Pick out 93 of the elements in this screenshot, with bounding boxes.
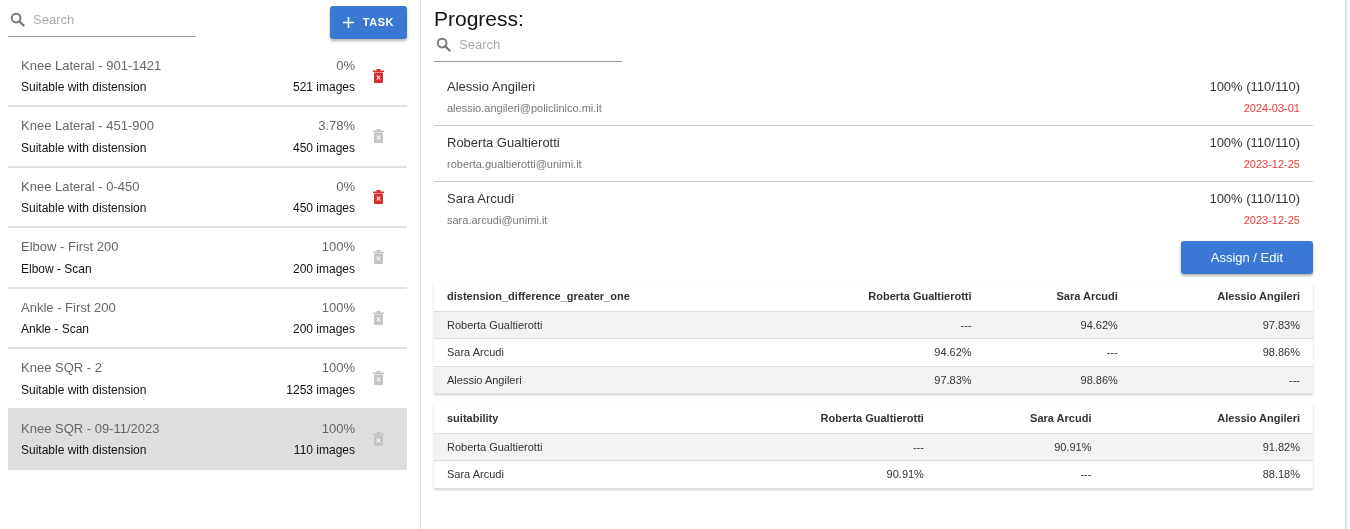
task-item[interactable]: Elbow - First 200 Elbow - Scan 100% 200 images — [8, 228, 407, 289]
user-name: Alessio Angileri — [447, 77, 537, 96]
table-cell: --- — [936, 460, 1105, 489]
task-title: Ankle - First 200 — [21, 298, 117, 317]
column-header: Sara Arcudi — [936, 404, 1105, 434]
table-cell: Roberta Gualtierotti — [434, 311, 768, 339]
task-item[interactable]: Ankle - First 200 Ankle - Scan 100% 200 images — [8, 288, 407, 349]
image-count: 450 images — [292, 139, 355, 157]
task-subtitle: Suitable with distension — [21, 79, 148, 96]
table-cell: --- — [984, 338, 1131, 367]
column-header: distension_difference_greater_one — [434, 282, 768, 312]
task-subtitle: Suitable with distension — [21, 139, 148, 157]
search-field[interactable]: Search — [8, 6, 196, 37]
task-title: Elbow - First 200 — [21, 238, 120, 256]
task-title: Knee Lateral - 451-900 — [21, 117, 155, 135]
task-title: Knee Lateral - 901-1421 — [21, 56, 163, 75]
delete-button[interactable] — [373, 189, 384, 204]
task-subtitle: Elbow - Scan — [21, 260, 93, 278]
table-cell: Roberta Gualtierotti — [434, 433, 689, 461]
search-icon — [436, 37, 451, 53]
task-percent: 0% — [335, 177, 355, 196]
table-cell: 98.86% — [984, 366, 1131, 394]
column-header: Alessio Angileri — [1130, 282, 1313, 312]
due-date: 2024-03-01 — [1242, 101, 1300, 117]
user-email: sara.arcudi@unimi.it — [447, 213, 548, 229]
search-input[interactable]: Search — [33, 10, 173, 30]
task-item[interactable]: Knee Lateral - 451-900 Suitable with distension 3.78% 450 images — [8, 107, 407, 168]
task-title: Knee SQR - 09-11/2023 — [21, 419, 161, 438]
search-icon — [10, 12, 25, 28]
trash-icon — [373, 431, 384, 446]
task-item[interactable]: Knee Lateral - 901-1421 Suitable with distension 0% 521 images — [8, 46, 407, 107]
image-count: 450 images — [292, 200, 355, 217]
task-item[interactable]: Knee Lateral - 0-450 Suitable with distension 0% 450 images — [8, 167, 407, 228]
task-title: Knee SQR - 2 — [21, 359, 103, 377]
task-title: Knee Lateral - 0-450 — [21, 177, 141, 196]
plus-icon — [342, 16, 354, 28]
column-header: Sara Arcudi — [984, 282, 1131, 312]
task-percent: 100% — [320, 419, 355, 438]
table-cell: Sara Arcudi — [434, 338, 768, 367]
table-cell: 90.91% — [688, 460, 937, 489]
table-cell: 94.62% — [984, 311, 1131, 339]
table-cell: 97.83% — [1130, 311, 1313, 339]
due-date: 2023-12-25 — [1242, 213, 1300, 229]
table-cell: --- — [768, 311, 985, 339]
task-subtitle: Suitable with distension — [21, 442, 148, 459]
user-email: alessio.angileri@policlinico.mi.it — [447, 101, 602, 117]
table-cell: Alessio Angileri — [434, 366, 768, 394]
task-percent: 0% — [335, 56, 355, 75]
task-subtitle: Suitable with distension — [21, 200, 148, 217]
table-cell: --- — [688, 433, 937, 461]
delete-button[interactable] — [373, 68, 384, 83]
table-cell: 90.91% — [936, 433, 1105, 461]
task-subtitle: Suitable with distension — [21, 381, 148, 399]
user-name: Roberta Gualtierotti — [447, 133, 561, 152]
column-header: suitability — [434, 404, 689, 434]
image-count: 1253 images — [286, 381, 355, 399]
trash-icon — [373, 189, 384, 204]
search-input[interactable]: Search — [459, 35, 599, 55]
column-header: Roberta Gualtierotti — [768, 282, 985, 312]
assign-edit-button[interactable]: Assign / Edit — [1180, 240, 1313, 275]
table-cell: 97.83% — [768, 366, 985, 394]
table-cell: --- — [1130, 366, 1313, 394]
task-item[interactable]: Knee SQR - 09-11/2023 Suitable with distension 100% 110 images — [8, 409, 407, 470]
due-date: 2023-12-25 — [1242, 157, 1300, 173]
table-cell: 94.62% — [768, 338, 985, 367]
trash-icon — [373, 68, 384, 83]
task-percent: 3.78% — [317, 117, 355, 135]
trash-icon — [373, 250, 384, 265]
column-header: Roberta Gualtierotti — [688, 404, 937, 434]
search-field[interactable]: Search — [434, 31, 622, 62]
image-count: 200 images — [292, 321, 355, 338]
trash-icon — [373, 129, 384, 144]
table-cell: Sara Arcudi — [434, 460, 689, 489]
progress-value: 100% (110/110) — [1209, 133, 1300, 152]
image-count: 521 images — [292, 79, 355, 96]
image-count: 200 images — [292, 260, 355, 278]
image-count: 110 images — [293, 442, 355, 459]
task-percent: 100% — [320, 359, 355, 377]
progress-value: 100% (110/110) — [1209, 189, 1300, 208]
add-task-button[interactable]: TASK — [329, 6, 407, 39]
task-percent: 100% — [320, 238, 355, 256]
trash-icon — [373, 371, 384, 386]
column-header: Alessio Angileri — [1104, 404, 1313, 434]
table-cell: 88.18% — [1104, 460, 1313, 489]
user-email: roberta.gualtierotti@unimi.it — [447, 157, 582, 173]
panel-title: Progress: — [434, 6, 525, 32]
table-cell: 98.86% — [1130, 338, 1313, 367]
table-cell: 91.82% — [1104, 433, 1313, 461]
user-name: Sara Arcudi — [447, 189, 516, 208]
task-subtitle: Ankle - Scan — [21, 321, 91, 338]
trash-icon — [373, 310, 384, 325]
progress-value: 100% (110/110) — [1209, 77, 1300, 96]
task-percent: 100% — [320, 298, 355, 317]
